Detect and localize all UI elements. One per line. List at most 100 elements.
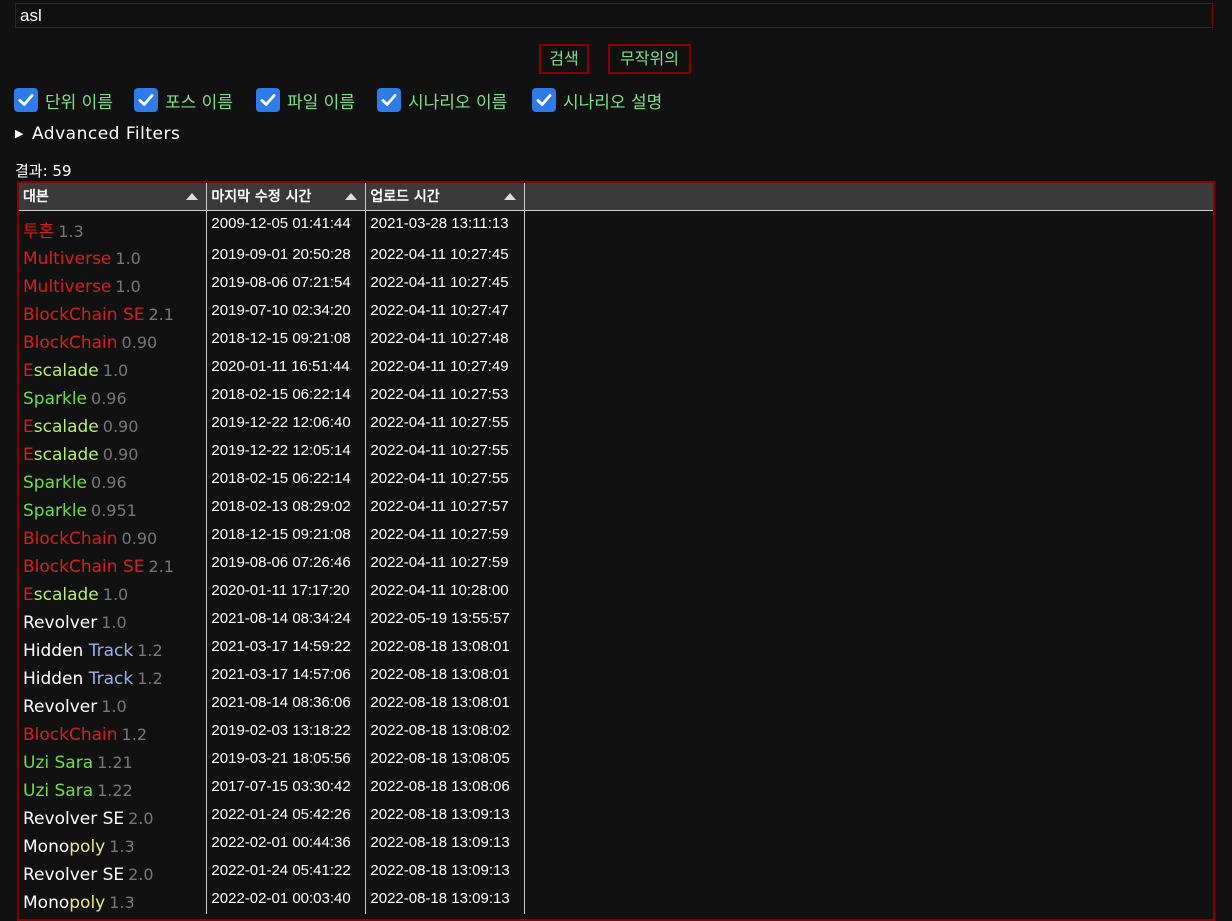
table-row[interactable]: Hidden Track 1.2 2021-03-17 14:59:22 2022-0… (19, 633, 1213, 662)
table-row[interactable]: Revolver SE 2.0 2022-01-24 05:41:22 2022-08… (19, 857, 1213, 886)
table-row[interactable]: Revolver 1.0 2021-08-14 08:34:24 2022-05-19… (19, 605, 1213, 634)
uploaded-time-cell: 2022-04-11 10:27:55 (365, 465, 526, 494)
search-input[interactable] (15, 3, 1213, 28)
script-title-cell[interactable]: 투혼 1.3 (19, 210, 208, 242)
checkbox-checked-icon[interactable] (377, 88, 401, 112)
script-title-part: Track (88, 640, 134, 661)
script-title-cell[interactable]: Uzi Sara 1.21 (19, 745, 208, 774)
script-title-cell[interactable]: Monopoly 1.3 (19, 885, 208, 914)
script-title-cell[interactable]: BlockChain 1.2 (19, 717, 208, 746)
sort-ascending-icon[interactable] (504, 193, 517, 200)
script-title-part: scalade (33, 584, 99, 605)
column-header-uploaded[interactable]: 업로드 시간 (365, 183, 526, 211)
script-title-cell[interactable]: BlockChain 0.90 (19, 325, 208, 354)
filter-label: 시나리오 설명 (563, 92, 663, 113)
table-row[interactable]: Multiverse 1.0 2019-08-06 07:21:54 2022-04-… (19, 269, 1213, 298)
column-header-empty (524, 183, 1213, 211)
script-title-part: E (23, 360, 34, 381)
empty-cell (525, 242, 1213, 270)
modified-time-cell: 2021-08-14 08:34:24 (206, 605, 367, 634)
table-row[interactable]: Escalade 1.0 2020-01-11 16:51:44 2022-04-11… (19, 353, 1213, 382)
table-row[interactable]: Escalade 0.90 2019-12-22 12:05:14 2022-04-1… (19, 437, 1213, 466)
table-row[interactable]: Monopoly 1.3 2022-02-01 00:03:40 2022-08-18… (19, 885, 1213, 914)
modified-time-cell: 2018-12-15 09:21:08 (206, 325, 367, 354)
script-version: 2.1 (148, 556, 174, 576)
table-row[interactable]: Monopoly 1.3 2022-02-01 00:44:36 2022-08-18… (19, 829, 1213, 858)
uploaded-time-cell: 2022-04-11 10:27:45 (365, 241, 526, 270)
script-version: 2.0 (128, 808, 154, 828)
script-title-cell[interactable]: Hidden Track 1.2 (19, 661, 208, 690)
script-title-cell[interactable]: Hidden Track 1.2 (19, 633, 208, 662)
table-row[interactable]: BlockChain SE 2.1 2019-07-10 02:34:20 2022-… (19, 297, 1213, 326)
table-row[interactable]: BlockChain 1.2 2019-02-03 13:18:22 2022-08-… (19, 717, 1213, 746)
script-title-cell[interactable]: BlockChain 0.90 (19, 521, 208, 550)
table-row[interactable]: 투혼 1.3 2009-12-05 01:41:44 2021-03-28 13:11… (19, 210, 1213, 242)
empty-cell (525, 382, 1213, 410)
script-title-cell[interactable]: Revolver 1.0 (19, 689, 208, 718)
empty-cell (525, 634, 1213, 662)
script-title-cell[interactable]: Escalade 1.0 (19, 353, 208, 382)
script-title-cell[interactable]: Revolver 1.0 (19, 605, 208, 634)
script-title-cell[interactable]: BlockChain SE 2.1 (19, 549, 208, 578)
table-row[interactable]: Sparkle 0.951 2018-02-13 08:29:02 2022-04-1… (19, 493, 1213, 522)
script-title-cell[interactable]: Sparkle 0.951 (19, 493, 208, 522)
search-button[interactable]: 검색 (539, 44, 589, 74)
filter-label: 파일 이름 (287, 92, 355, 113)
uploaded-time-cell: 2022-08-18 13:08:02 (365, 717, 526, 746)
script-title-cell[interactable]: Revolver SE 2.0 (19, 857, 208, 886)
empty-cell (525, 606, 1213, 634)
script-title-part: Sparkle (23, 388, 88, 409)
script-title-part: BlockChain (23, 332, 118, 353)
filter-force-name[interactable]: 포스 이름 (134, 87, 233, 113)
table-row[interactable]: Revolver 1.0 2021-08-14 08:36:06 2022-08-18… (19, 689, 1213, 718)
table-row[interactable]: Multiverse 1.0 2019-09-01 20:50:28 2022-04-… (19, 241, 1213, 270)
script-title-cell[interactable]: Sparkle 0.96 (19, 465, 208, 494)
checkbox-checked-icon[interactable] (532, 88, 556, 112)
script-title-cell[interactable]: Sparkle 0.96 (19, 381, 208, 410)
checkbox-checked-icon[interactable] (256, 88, 280, 112)
script-title-cell[interactable]: BlockChain SE 2.1 (19, 297, 208, 326)
script-title-cell[interactable]: Multiverse 1.0 (19, 241, 208, 270)
modified-time-cell: 2020-01-11 17:17:20 (206, 577, 367, 606)
column-header-script[interactable]: 대본 (19, 183, 208, 211)
filter-scenario-description[interactable]: 시나리오 설명 (532, 87, 662, 113)
script-version: 0.90 (121, 332, 158, 352)
checkbox-checked-icon[interactable] (134, 88, 158, 112)
empty-cell (525, 746, 1213, 774)
script-version: 0.90 (121, 528, 158, 548)
random-button[interactable]: 무작위의 (608, 44, 691, 74)
sort-ascending-icon[interactable] (345, 193, 358, 200)
table-row[interactable]: BlockChain SE 2.1 2019-08-06 07:26:46 2022-… (19, 549, 1213, 578)
filter-file-name[interactable]: 파일 이름 (256, 87, 355, 113)
sort-ascending-icon[interactable] (186, 193, 199, 200)
script-title-part: E (23, 416, 34, 437)
modified-time-cell: 2018-02-13 08:29:02 (206, 493, 367, 522)
table-row[interactable]: BlockChain 0.90 2018-12-15 09:21:08 2022-04… (19, 325, 1213, 354)
script-title-cell[interactable]: Escalade 0.90 (19, 409, 208, 438)
table-row[interactable]: Hidden Track 1.2 2021-03-17 14:57:06 2022-0… (19, 661, 1213, 690)
uploaded-time-cell: 2022-08-18 13:08:05 (365, 745, 526, 774)
column-header-modified[interactable]: 마지막 수정 시간 (206, 183, 367, 211)
table-row[interactable]: Escalade 1.0 2020-01-11 17:17:20 2022-04-11… (19, 577, 1213, 606)
filter-unit-name[interactable]: 단위 이름 (14, 87, 113, 113)
script-title-cell[interactable]: Uzi Sara 1.22 (19, 773, 208, 802)
checkbox-checked-icon[interactable] (14, 88, 38, 112)
table-row[interactable]: Sparkle 0.96 2018-02-15 06:22:14 2022-04-11… (19, 381, 1213, 410)
table-row[interactable]: Uzi Sara 1.22 2017-07-15 03:30:42 2022-08-1… (19, 773, 1213, 802)
table-row[interactable]: Revolver SE 2.0 2022-01-24 05:42:26 2022-08… (19, 801, 1213, 830)
script-title-cell[interactable]: Multiverse 1.0 (19, 269, 208, 298)
table-row[interactable]: Sparkle 0.96 2018-02-15 06:22:14 2022-04-11… (19, 465, 1213, 494)
script-title-cell[interactable]: Escalade 1.0 (19, 577, 208, 606)
script-version: 0.90 (102, 444, 139, 464)
script-version: 1.22 (97, 780, 133, 800)
uploaded-time-cell: 2022-04-11 10:27:59 (365, 549, 526, 578)
table-row[interactable]: BlockChain 0.90 2018-12-15 09:21:08 2022-04… (19, 521, 1213, 550)
uploaded-time-cell: 2022-05-19 13:55:57 (365, 605, 526, 634)
script-title-cell[interactable]: Escalade 0.90 (19, 437, 208, 466)
script-title-cell[interactable]: Revolver SE 2.0 (19, 801, 208, 830)
table-row[interactable]: Uzi Sara 1.21 2019-03-21 18:05:56 2022-08-1… (19, 745, 1213, 774)
filter-scenario-name[interactable]: 시나리오 이름 (377, 87, 507, 113)
script-title-cell[interactable]: Monopoly 1.3 (19, 829, 208, 858)
advanced-filters-toggle[interactable]: ▶ Advanced Filters (15, 124, 180, 144)
table-row[interactable]: Escalade 0.90 2019-12-22 12:06:40 2022-04-1… (19, 409, 1213, 438)
